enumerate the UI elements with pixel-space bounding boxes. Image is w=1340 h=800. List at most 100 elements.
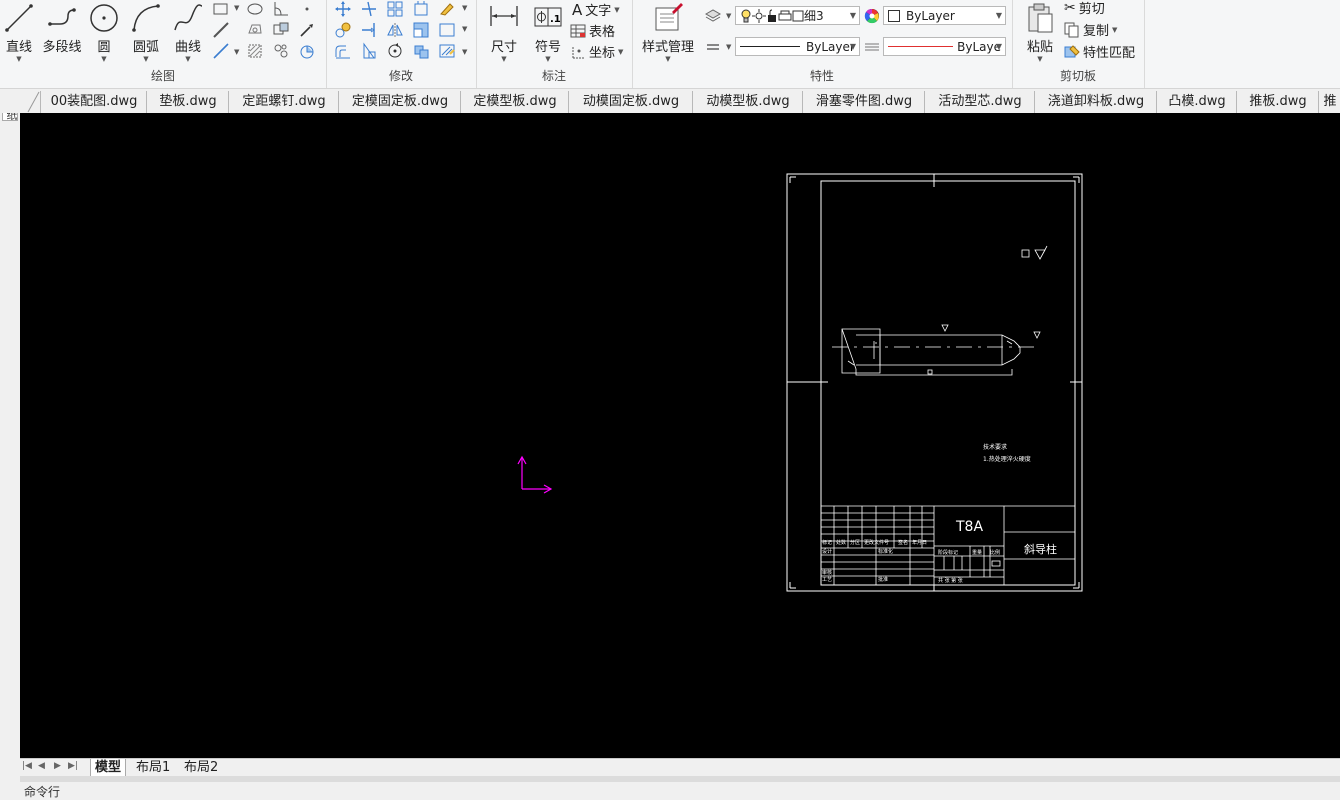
array-icon[interactable] (386, 0, 404, 18)
doc-tab[interactable]: 垫板.dwg (146, 91, 229, 113)
rectangle-icon[interactable] (212, 0, 230, 18)
next-layout-icon[interactable]: ▶ (54, 761, 61, 771)
rotate-icon[interactable] (386, 42, 404, 60)
coordinate-button[interactable]: 坐标 ▼ (570, 42, 623, 61)
chevron-down-icon[interactable]: ▼ (640, 55, 696, 63)
doc-tab[interactable]: 推 (1318, 91, 1340, 113)
text-button[interactable]: A 文字 ▼ (572, 0, 620, 20)
doc-tab[interactable]: 定距螺钉.dwg (228, 91, 339, 113)
chevron-down-icon[interactable]: ▼ (618, 48, 623, 56)
arc-button[interactable]: 圆弧 ▼ (128, 0, 164, 63)
command-line[interactable]: 命令行 (0, 782, 1340, 799)
copy-button[interactable]: 复制 ▼ (1064, 20, 1117, 39)
hatch-icon[interactable] (246, 42, 264, 60)
doc-tab[interactable]: 动模固定板.dwg (568, 91, 693, 113)
chevron-down-icon[interactable]: ▼ (850, 11, 856, 20)
extend-icon[interactable] (360, 21, 378, 39)
match-properties-button[interactable]: 特性匹配 (1064, 42, 1135, 61)
stretch-icon[interactable] (360, 42, 378, 60)
copy-object-icon[interactable] (334, 21, 352, 39)
construction-line-icon[interactable] (212, 42, 230, 60)
chevron-down-icon[interactable]: ▼ (1022, 55, 1058, 63)
doc-tab[interactable]: 定模型板.dwg (460, 91, 569, 113)
fillet-icon[interactable] (438, 21, 456, 39)
pick-icon[interactable] (298, 21, 316, 39)
table-button[interactable]: 表格 (570, 21, 615, 40)
chevron-down-icon[interactable]: ▼ (88, 55, 120, 63)
tab-layout1[interactable]: 布局1 (132, 759, 174, 776)
tb-label: 年月日 (912, 539, 927, 546)
align-icon[interactable] (412, 42, 430, 60)
previous-layout-icon[interactable]: ◀ (38, 761, 45, 771)
circle-button[interactable]: 圆 ▼ (88, 0, 120, 63)
paste-button[interactable]: 粘贴 ▼ (1022, 0, 1058, 63)
curve-button[interactable]: 曲线 ▼ (170, 0, 206, 63)
doc-tab[interactable]: 活动型芯.dwg (924, 91, 1035, 113)
chevron-down-icon[interactable]: ▼ (234, 4, 239, 12)
chevron-down-icon[interactable]: ▼ (2, 55, 36, 63)
scale-icon[interactable] (412, 21, 430, 39)
edit-hatch-icon[interactable] (438, 42, 456, 60)
region-icon[interactable] (272, 42, 290, 60)
last-layout-icon[interactable]: ▶| (68, 761, 78, 771)
tab-scroll-left-icon[interactable] (22, 91, 40, 113)
clipboard-panel: 粘贴 ▼ ✂ 剪切 复制 ▼ 特性匹配 剪切板 (1012, 0, 1145, 88)
block-icon[interactable] (272, 21, 290, 39)
linetype-manager-icon[interactable] (704, 38, 722, 56)
xline-icon[interactable] (212, 21, 230, 39)
color-combo[interactable]: ByLayer ▼ (883, 6, 1006, 25)
linetype-combo[interactable]: ByLayer ▼ (735, 37, 860, 56)
chevron-down-icon[interactable]: ▼ (614, 6, 619, 14)
doc-tab[interactable]: 定模固定板.dwg (338, 91, 461, 113)
line-button[interactable]: 直线 ▼ (2, 0, 36, 63)
tab-model[interactable]: 模型 (90, 759, 127, 777)
lineweight-icon[interactable] (863, 38, 881, 56)
chevron-down-icon[interactable]: ▼ (996, 42, 1002, 51)
symbol-button[interactable]: .1 符号 ▼ (530, 0, 566, 63)
chevron-down-icon[interactable]: ▼ (234, 48, 239, 56)
doc-tab[interactable]: 凸模.dwg (1156, 91, 1237, 113)
donut-icon[interactable] (246, 21, 264, 39)
chevron-down-icon[interactable]: ▼ (530, 55, 566, 63)
explode-icon[interactable] (412, 0, 430, 18)
dimension-button[interactable]: 尺寸 ▼ (486, 0, 522, 63)
angle-icon[interactable] (272, 0, 290, 18)
doc-tab[interactable]: 浇道卸料板.dwg (1034, 91, 1157, 113)
chevron-down-icon[interactable]: ▼ (726, 12, 731, 20)
chevron-down-icon[interactable]: ▼ (462, 25, 467, 33)
polyline-button[interactable]: 多段线 (40, 0, 84, 55)
color-wheel-icon[interactable] (863, 7, 881, 25)
tb-label: 分区 (850, 539, 860, 546)
chevron-down-icon[interactable]: ▼ (128, 55, 164, 63)
point-icon[interactable] (298, 0, 316, 18)
chevron-down-icon[interactable]: ▼ (486, 55, 522, 63)
style-manager-button[interactable]: 样式管理 ▼ (640, 0, 696, 63)
doc-tab[interactable]: 00装配图.dwg (40, 91, 147, 113)
doc-tab[interactable]: 动模型板.dwg (692, 91, 803, 113)
chevron-down-icon[interactable]: ▼ (462, 4, 467, 12)
layer-combo[interactable]: 细3 ▼ (735, 6, 860, 25)
drawing-svg: T8A 斜导柱 技术要求 1.热处理淬火硬度 标记 处数 分区 更改文件号 签名… (517, 173, 1083, 592)
mirror-icon[interactable] (386, 21, 404, 39)
offset-icon[interactable] (334, 42, 352, 60)
drawing-canvas[interactable]: T8A 斜导柱 技术要求 1.热处理淬火硬度 标记 处数 分区 更改文件号 签名… (20, 113, 1340, 758)
ellipse-icon[interactable] (246, 0, 264, 18)
cut-button[interactable]: ✂ 剪切 (1064, 0, 1105, 17)
chevron-down-icon[interactable]: ▼ (726, 43, 731, 51)
chevron-down-icon[interactable]: ▼ (996, 11, 1002, 20)
tab-layout2[interactable]: 布局2 (180, 759, 222, 776)
first-layout-icon[interactable]: |◀ (22, 761, 32, 771)
erase-icon[interactable] (438, 0, 456, 18)
move-icon[interactable] (334, 0, 352, 18)
modify-panel-title: 修改 (388, 69, 413, 83)
revision-cloud-icon[interactable] (298, 42, 316, 60)
doc-tab[interactable]: 滑塞零件图.dwg (802, 91, 925, 113)
chevron-down-icon[interactable]: ▼ (1112, 26, 1117, 34)
chevron-down-icon[interactable]: ▼ (850, 42, 856, 51)
trim-icon[interactable] (360, 0, 378, 18)
layer-properties-icon[interactable] (704, 6, 722, 24)
chevron-down-icon[interactable]: ▼ (170, 55, 206, 63)
doc-tab[interactable]: 推板.dwg (1236, 91, 1319, 113)
chevron-down-icon[interactable]: ▼ (462, 48, 467, 56)
lineweight-combo[interactable]: ByLaye ▼ (883, 37, 1006, 56)
